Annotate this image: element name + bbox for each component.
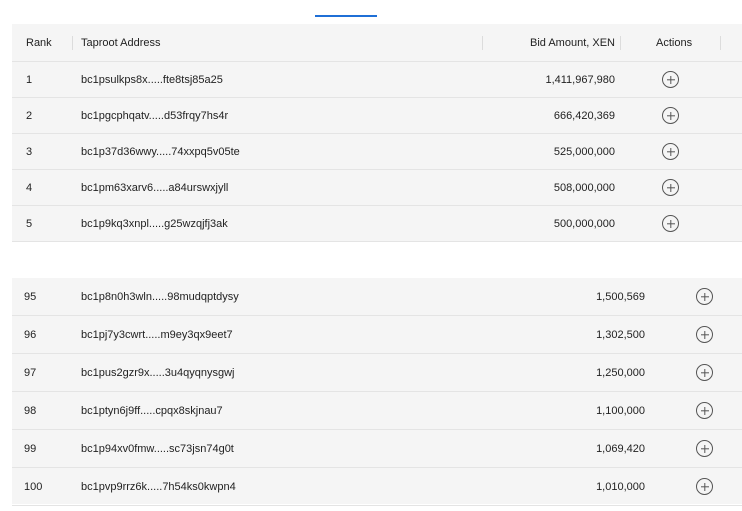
plus-circle-icon[interactable]	[662, 215, 679, 232]
address-cell: bc1p9kq3xnpl.....g25wzqjfj3ak	[81, 217, 228, 230]
address-cell: bc1pgcphqatv.....d53frqy7hs4r	[81, 109, 229, 122]
amount-cell: 666,420,369	[553, 109, 615, 122]
top-bids-table: Rank Taproot Address Bid Amount, XEN Act…	[12, 24, 742, 242]
plus-circle-icon[interactable]	[696, 440, 713, 457]
table-row: 2 bc1pgcphqatv.....d53frqy7hs4r 666,420,36…	[12, 98, 742, 134]
plus-circle-icon[interactable]	[696, 288, 713, 305]
add-action-button[interactable]	[696, 392, 713, 429]
header-address: Taproot Address	[81, 36, 161, 49]
address-cell: bc1ptyn6j9ff.....cpqx8skjnau7	[81, 404, 223, 417]
header-divider	[620, 36, 621, 50]
table-row: 99 bc1p94xv0fmw.....sc73jsn74g0t 1,069,420	[12, 430, 742, 468]
plus-circle-icon[interactable]	[662, 143, 679, 160]
header-divider	[720, 36, 721, 50]
add-action-button[interactable]	[662, 134, 679, 169]
address-cell: bc1p37d36wwy.....74xxpq5v05te	[81, 145, 240, 158]
bottom-bids-table: 95 bc1p8n0h3wln.....98mudqptdysy 1,500,569…	[12, 278, 742, 506]
address-cell: bc1pm63xarv6.....a84urswxjyll	[81, 181, 229, 194]
plus-circle-icon[interactable]	[662, 179, 679, 196]
add-action-button[interactable]	[696, 278, 713, 315]
address-cell: bc1pvp9rrz6k.....7h54ks0kwpn4	[81, 480, 236, 493]
rank-cell: 3	[26, 145, 33, 158]
rank-cell: 2	[26, 109, 33, 122]
address-cell: bc1pj7y3cwrt.....m9ey3qx9eet7	[81, 328, 233, 341]
amount-cell: 1,069,420	[596, 442, 645, 455]
amount-cell: 1,250,000	[596, 366, 645, 379]
add-action-button[interactable]	[696, 316, 713, 353]
rank-cell: 1	[26, 73, 33, 86]
header-amount: Bid Amount, XEN	[530, 36, 615, 49]
add-action-button[interactable]	[696, 430, 713, 467]
amount-cell: 508,000,000	[553, 181, 615, 194]
address-cell: bc1psulkps8x.....fte8tsj85a25	[81, 73, 223, 86]
header-divider	[482, 36, 483, 50]
plus-circle-icon[interactable]	[696, 478, 713, 495]
table-row: 1 bc1psulkps8x.....fte8tsj85a25 1,411,967,…	[12, 62, 742, 98]
amount-cell: 1,500,569	[596, 290, 645, 303]
add-action-button[interactable]	[662, 170, 679, 205]
active-tab-indicator	[315, 15, 377, 17]
address-cell: bc1p94xv0fmw.....sc73jsn74g0t	[81, 442, 234, 455]
table-row: 3 bc1p37d36wwy.....74xxpq5v05te 525,000,00…	[12, 134, 742, 170]
rank-cell: 97	[24, 366, 37, 379]
add-action-button[interactable]	[696, 468, 713, 505]
rank-cell: 100	[24, 480, 43, 493]
rank-cell: 98	[24, 404, 37, 417]
address-cell: bc1p8n0h3wln.....98mudqptdysy	[81, 290, 239, 303]
amount-cell: 1,100,000	[596, 404, 645, 417]
rank-cell: 99	[24, 442, 37, 455]
address-cell: bc1pus2gzr9x.....3u4qyqnysgwj	[81, 366, 235, 379]
plus-circle-icon[interactable]	[696, 402, 713, 419]
amount-cell: 1,010,000	[596, 480, 645, 493]
table-body: 95 bc1p8n0h3wln.....98mudqptdysy 1,500,569…	[12, 278, 742, 506]
table-body: 1 bc1psulkps8x.....fte8tsj85a25 1,411,967,…	[12, 62, 742, 242]
plus-circle-icon[interactable]	[662, 107, 679, 124]
rank-cell: 95	[24, 290, 37, 303]
rank-cell: 4	[26, 181, 33, 194]
table-row: 100 bc1pvp9rrz6k.....7h54ks0kwpn4 1,010,00…	[12, 468, 742, 506]
table-row: 96 bc1pj7y3cwrt.....m9ey3qx9eet7 1,302,500	[12, 316, 742, 354]
plus-circle-icon[interactable]	[696, 364, 713, 381]
add-action-button[interactable]	[696, 354, 713, 391]
plus-circle-icon[interactable]	[662, 71, 679, 88]
add-action-button[interactable]	[662, 62, 679, 97]
table-row: 5 bc1p9kq3xnpl.....g25wzqjfj3ak 500,000,00…	[12, 206, 742, 242]
table-row: 98 bc1ptyn6j9ff.....cpqx8skjnau7 1,100,000	[12, 392, 742, 430]
amount-cell: 500,000,000	[553, 217, 615, 230]
table-header: Rank Taproot Address Bid Amount, XEN Act…	[12, 24, 742, 62]
amount-cell: 1,411,967,980	[545, 73, 615, 86]
rank-cell: 96	[24, 328, 37, 341]
amount-cell: 525,000,000	[553, 145, 615, 158]
add-action-button[interactable]	[662, 98, 679, 133]
amount-cell: 1,302,500	[596, 328, 645, 341]
add-action-button[interactable]	[662, 206, 679, 241]
header-divider	[72, 36, 73, 50]
header-actions: Actions	[656, 36, 693, 49]
header-rank: Rank	[26, 36, 52, 49]
table-row: 97 bc1pus2gzr9x.....3u4qyqnysgwj 1,250,000	[12, 354, 742, 392]
table-row: 95 bc1p8n0h3wln.....98mudqptdysy 1,500,569	[12, 278, 742, 316]
plus-circle-icon[interactable]	[696, 326, 713, 343]
rank-cell: 5	[26, 217, 33, 230]
table-row: 4 bc1pm63xarv6.....a84urswxjyll 508,000,00…	[12, 170, 742, 206]
